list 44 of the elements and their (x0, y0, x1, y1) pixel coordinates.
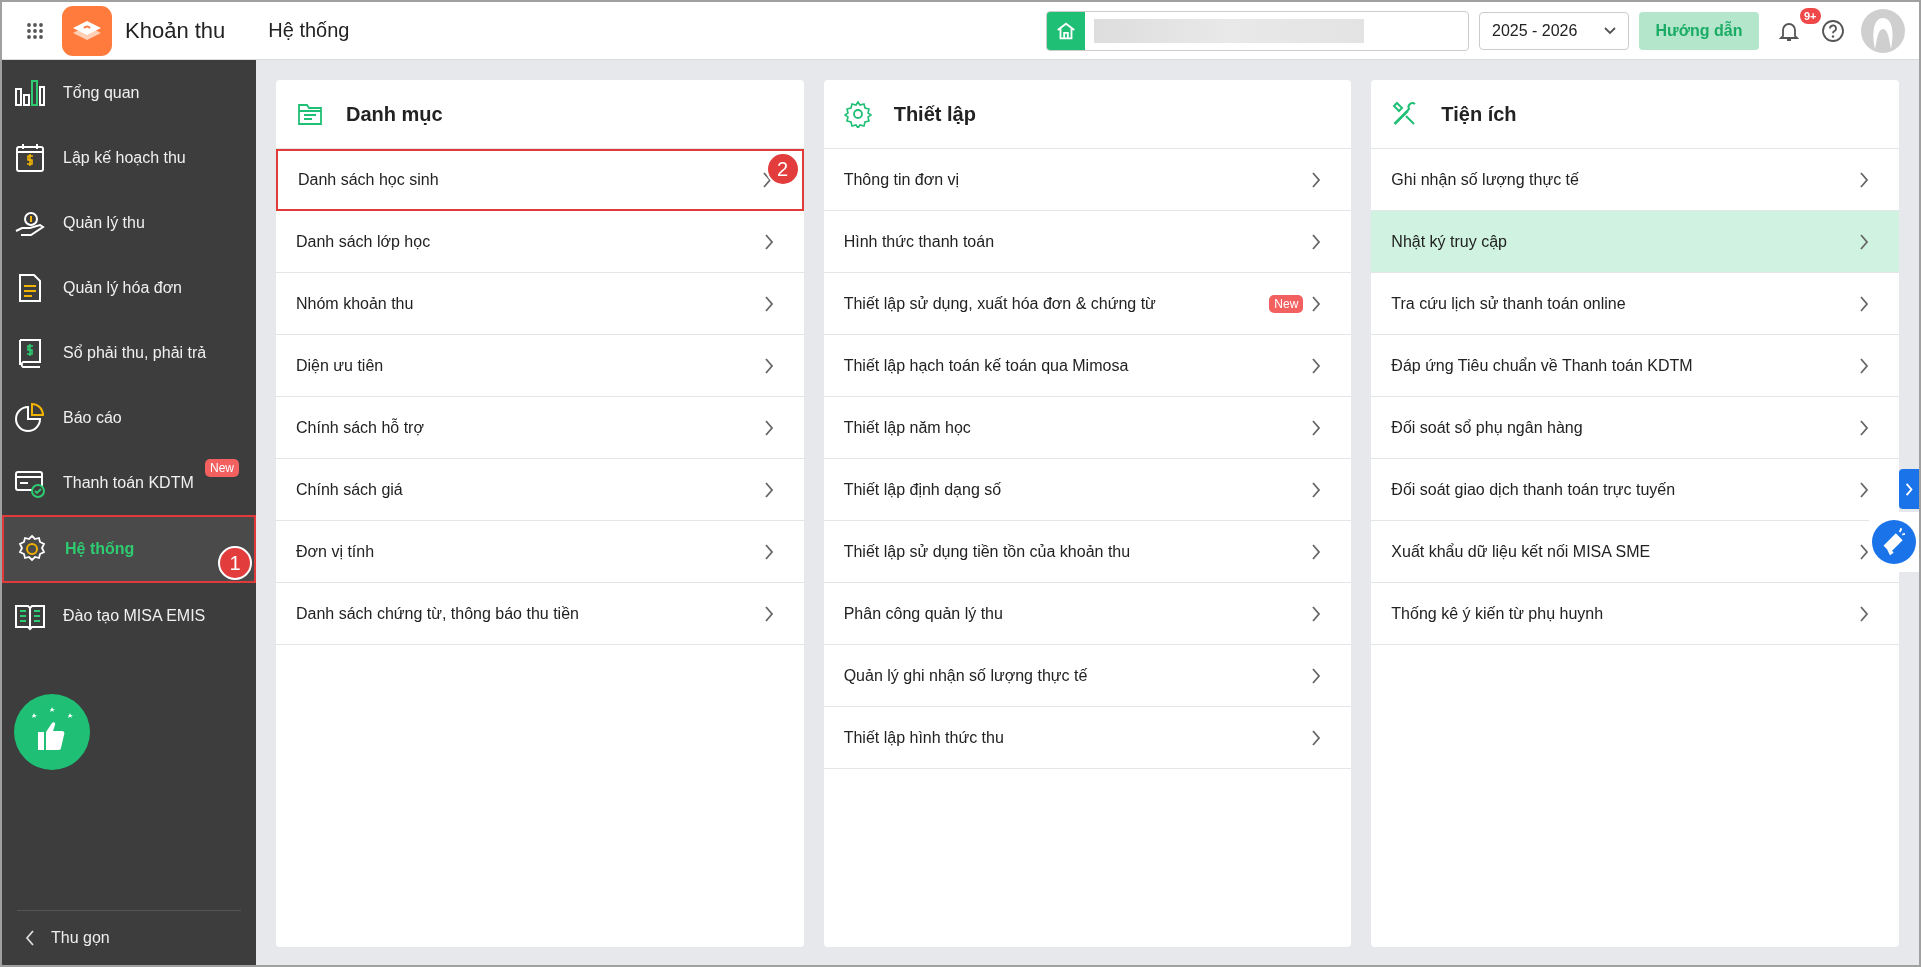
collapse-button[interactable]: Thu gọn (17, 910, 241, 965)
callout-number: 1 (218, 546, 252, 580)
sidebar-item[interactable]: Thanh toán KDTM New (2, 450, 256, 515)
menu-row[interactable]: Thiết lập hình thức thu (823, 707, 1352, 769)
sidebar-item[interactable]: Đào tạo MISA EMIS (2, 583, 256, 648)
menu-row[interactable]: Danh sách chứng từ, thông báo thu tiền (276, 583, 804, 645)
menu-row[interactable]: Thiết lập hạch toán kế toán qua Mimosa (823, 335, 1352, 397)
card-title: Tiện ích (1441, 102, 1517, 126)
menu-row[interactable]: Diện ưu tiên (276, 335, 804, 397)
menu-row[interactable]: Thiết lập sử dụng tiền tồn của khoản thu (823, 521, 1352, 583)
menu-row[interactable]: Quản lý ghi nhận số lượng thực tế (823, 645, 1352, 707)
menu-row[interactable]: Thiết lập định dạng số (823, 459, 1352, 521)
sidebar-item[interactable]: Tổng quan (2, 60, 256, 125)
menu-row[interactable]: Thiết lập sử dụng, xuất hóa đơn & chứng từ New (823, 273, 1352, 335)
menu-row[interactable]: Tra cứu lịch sử thanh toán online (1371, 273, 1899, 335)
callout-number: 2 (765, 152, 800, 186)
sidebar-item[interactable]: Quản lý thu (2, 190, 256, 255)
menu-row[interactable]: Phân công quản lý thu (823, 583, 1352, 645)
menu-row[interactable]: Hình thức thanh toán (823, 211, 1352, 273)
menu-row[interactable]: Thống kê ý kiến từ phụ huynh (1371, 583, 1899, 645)
new-badge: New (1269, 294, 1304, 313)
year-select[interactable]: 2025 - 2026 (1479, 11, 1629, 50)
menu-row[interactable]: Thông tin đơn vị (823, 149, 1352, 211)
sidebar-item[interactable]: Lập kế hoạch thu (2, 125, 256, 190)
sidebar-item[interactable]: Báo cáo (2, 385, 256, 450)
notification-count: 9+ (1800, 7, 1821, 24)
sidebar-item[interactable]: Sổ phải thu, phải trả (2, 320, 256, 385)
card-title: Danh mục (346, 102, 443, 126)
card-title: Thiết lập (893, 102, 976, 126)
app-name: Khoản thu (125, 17, 226, 44)
menu-row[interactable]: Đối soát sổ phụ ngân hàng (1371, 397, 1899, 459)
menu-row[interactable]: Danh sách lớp học (276, 211, 804, 273)
menu-row[interactable]: Nhóm khoản thu (276, 273, 804, 335)
menu-row[interactable]: Thiết lập năm học (823, 397, 1352, 459)
sidebar-item[interactable]: Hệ thống 1 (2, 515, 256, 583)
menu-row[interactable]: Đơn vị tính (276, 521, 804, 583)
menu-row[interactable]: Chính sách giá (276, 459, 804, 521)
menu-row[interactable]: Danh sách học sinh 2 (276, 149, 804, 211)
menu-row[interactable]: Đáp ứng Tiêu chuẩn về Thanh toán KDTM (1371, 335, 1899, 397)
new-badge: New (205, 459, 239, 477)
menu-row[interactable]: Chính sách hỗ trợ (276, 397, 804, 459)
sidebar-item[interactable]: Quản lý hóa đơn (2, 255, 256, 320)
menu-row[interactable]: Nhật ký truy cập (1371, 211, 1899, 273)
page-title: Hệ thống (268, 19, 350, 42)
